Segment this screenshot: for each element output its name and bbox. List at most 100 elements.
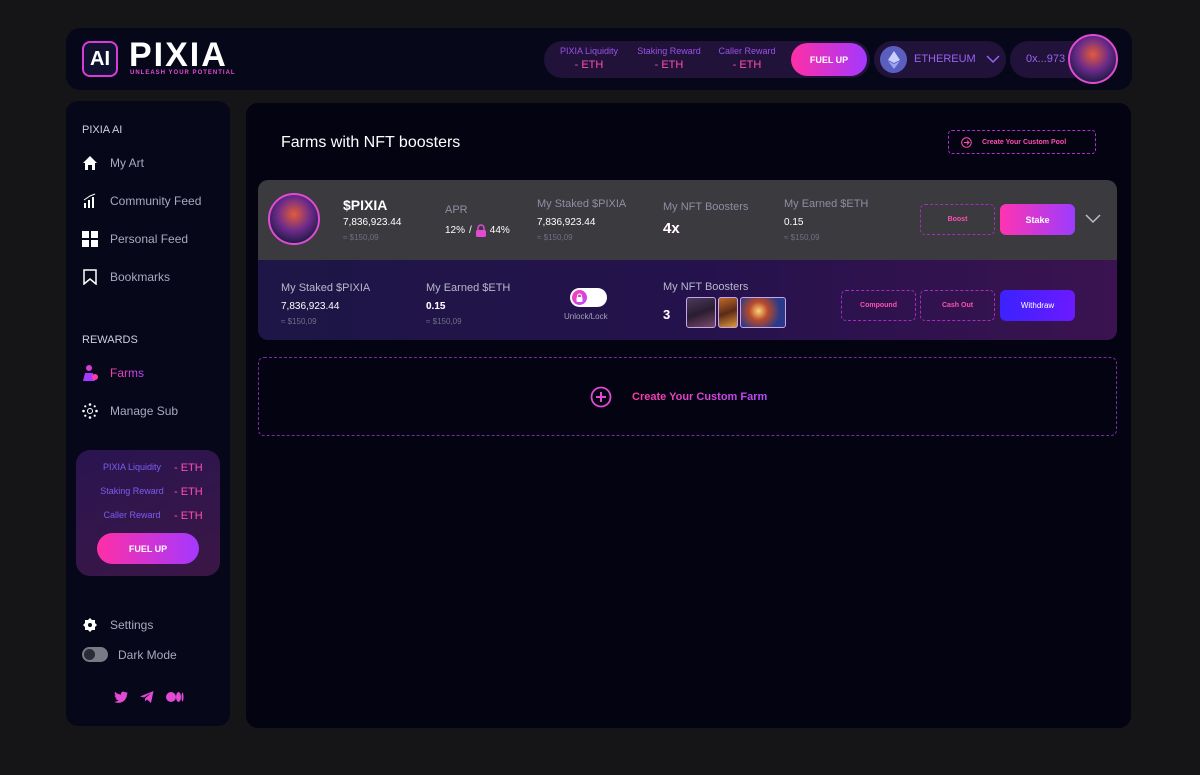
bookmark-icon	[83, 269, 97, 285]
sidebar-item-label: Community Feed	[110, 194, 202, 208]
apr-locked-value: 44%	[489, 225, 510, 236]
stat-value: - ETH	[174, 510, 203, 522]
earned-usd: ≈ $150,09	[784, 233, 820, 242]
boost-button[interactable]: Boost	[920, 204, 995, 235]
stat-value: - ETH	[174, 486, 203, 498]
detail-staked-usd: ≈ $150,09	[281, 317, 317, 326]
apr-value: 12%	[445, 225, 466, 236]
apr-separator: /	[469, 225, 472, 236]
detail-earned-usd: ≈ $150,09	[426, 317, 462, 326]
button-label: Create Your Custom Farm	[632, 391, 768, 403]
dark-mode-toggle[interactable]	[82, 647, 108, 662]
withdraw-button[interactable]: Withdraw	[1000, 290, 1075, 321]
medium-icon[interactable]	[166, 691, 184, 703]
sidebar-item-farms[interactable]: Farms	[82, 363, 144, 383]
boosters-value: 4x	[663, 220, 680, 237]
lock-icon	[475, 224, 486, 237]
dark-mode-label: Dark Mode	[118, 648, 177, 662]
header-stats: PIXIA Liquidity - ETH Staking Reward - E…	[544, 41, 870, 78]
lock-label: Unlock/Lock	[564, 312, 608, 321]
lock-toggle[interactable]	[570, 288, 607, 307]
stat-value: - ETH	[654, 59, 684, 71]
nft-booster-thumbnail[interactable]	[740, 297, 786, 328]
logo-tagline: UNLEASH YOUR POTENTIAL	[130, 70, 236, 76]
user-avatar[interactable]	[1068, 34, 1118, 84]
cash-out-button[interactable]: Cash Out	[920, 290, 995, 321]
sidebar-item-label: Personal Feed	[110, 232, 189, 246]
staked-usd: ≈ $150,09	[537, 233, 573, 242]
detail-staked-label: My Staked $PIXIA	[281, 282, 371, 294]
stat-label: Caller Reward	[103, 510, 161, 520]
sidebar-item-my-art[interactable]: My Art	[82, 153, 144, 173]
main-panel: Farms with NFT boosters Create Your Cust…	[246, 103, 1131, 728]
detail-earned-value: 0.15	[426, 301, 446, 312]
farm-detail-panel: My Staked $PIXIA 7,836,923.44 ≈ $150,09 …	[258, 260, 1117, 340]
gear-icon	[83, 618, 97, 632]
stat-liquidity: PIXIA Liquidity - ETH	[554, 46, 624, 71]
stat-value: - ETH	[732, 59, 762, 71]
sidebar-item-label: Manage Sub	[110, 404, 179, 418]
detail-boosters-count: 3	[663, 307, 671, 322]
boosters-label: My NFT Boosters	[663, 201, 749, 213]
stat-caller-reward: Caller Reward - ETH	[712, 46, 782, 71]
farm-icon	[83, 365, 98, 381]
page-title: Farms with NFT boosters	[281, 134, 461, 151]
stat-label: Staking Reward	[100, 486, 164, 496]
sidebar-stats-card: PIXIA Liquidity - ETH Staking Reward - E…	[76, 450, 220, 576]
sidebar-item-manage-sub[interactable]: Manage Sub	[82, 401, 178, 421]
chevron-down-icon[interactable]	[1085, 214, 1101, 224]
telegram-icon[interactable]	[140, 691, 154, 703]
create-custom-pool-button[interactable]: Create Your Custom Pool	[948, 130, 1096, 154]
top-header: AI PIXIA UNLEASH YOUR POTENTIAL PIXIA Li…	[66, 28, 1132, 90]
create-custom-farm-button[interactable]: Create Your Custom Farm	[590, 386, 767, 408]
farm-token-amount: 7,836,923.44	[343, 217, 402, 228]
stat-staking-reward: Staking Reward - ETH	[634, 46, 704, 71]
sidebar-item-label: Farms	[110, 366, 144, 380]
lock-icon	[572, 290, 587, 305]
farm-token-name: $PIXIA	[343, 197, 388, 213]
farm-token-avatar	[268, 193, 320, 245]
stat-value: - ETH	[174, 462, 203, 474]
bar-chart-icon	[83, 193, 96, 208]
plus-circle-icon	[590, 386, 612, 408]
sidebar-stat-staking-reward: Staking Reward - ETH	[90, 486, 210, 498]
fuel-up-button[interactable]: FUEL UP	[791, 43, 867, 76]
button-label: Create Your Custom Pool	[982, 138, 1067, 146]
create-custom-farm-area: Create Your Custom Farm	[258, 357, 1117, 436]
apr-label: APR	[445, 204, 468, 216]
sidebar-item-community-feed[interactable]: Community Feed	[82, 191, 201, 211]
stat-label: Staking Reward	[637, 46, 701, 56]
compound-button[interactable]: Compound	[841, 290, 916, 321]
chevron-down-icon	[986, 55, 1000, 64]
staked-value: 7,836,923.44	[537, 217, 596, 228]
detail-staked-value: 7,836,923.44	[281, 301, 340, 312]
sidebar: PIXIA AI My Art Community Feed Personal …	[66, 101, 230, 726]
detail-boosters-label: My NFT Boosters	[663, 281, 749, 293]
arrow-circle-icon	[961, 136, 972, 148]
sidebar-item-personal-feed[interactable]: Personal Feed	[82, 229, 188, 249]
home-icon	[83, 156, 97, 170]
grid-icon	[82, 231, 98, 247]
stake-button[interactable]: Stake	[1000, 204, 1075, 235]
stat-label: Caller Reward	[718, 46, 776, 56]
earned-label: My Earned $ETH	[784, 198, 869, 210]
nft-booster-thumbnail[interactable]	[718, 297, 738, 328]
stat-label: PIXIA Liquidity	[102, 462, 162, 472]
sidebar-fuel-up-button[interactable]: FUEL UP	[97, 533, 199, 564]
sidebar-item-settings[interactable]: Settings	[82, 615, 153, 635]
logo-mark[interactable]: AI	[82, 41, 118, 77]
section-heading-rewards: REWARDS	[82, 334, 138, 346]
network-selector[interactable]: ETHEREUM	[874, 41, 1006, 78]
sidebar-stat-liquidity: PIXIA Liquidity - ETH	[90, 462, 210, 474]
sidebar-item-label: Bookmarks	[110, 270, 171, 284]
sidebar-item-label: Settings	[110, 618, 154, 632]
sidebar-stat-caller-reward: Caller Reward - ETH	[90, 510, 210, 522]
apr-value-group: 12% / 44%	[445, 224, 510, 237]
twitter-icon[interactable]	[114, 691, 128, 703]
farm-row[interactable]: $PIXIA 7,836,923.44 ≈ $150,09 APR 12% / …	[258, 180, 1117, 260]
stat-value: - ETH	[574, 59, 604, 71]
earned-value: 0.15	[784, 217, 804, 228]
social-links	[114, 691, 184, 703]
sidebar-item-bookmarks[interactable]: Bookmarks	[82, 267, 170, 287]
nft-booster-thumbnail[interactable]	[686, 297, 716, 328]
